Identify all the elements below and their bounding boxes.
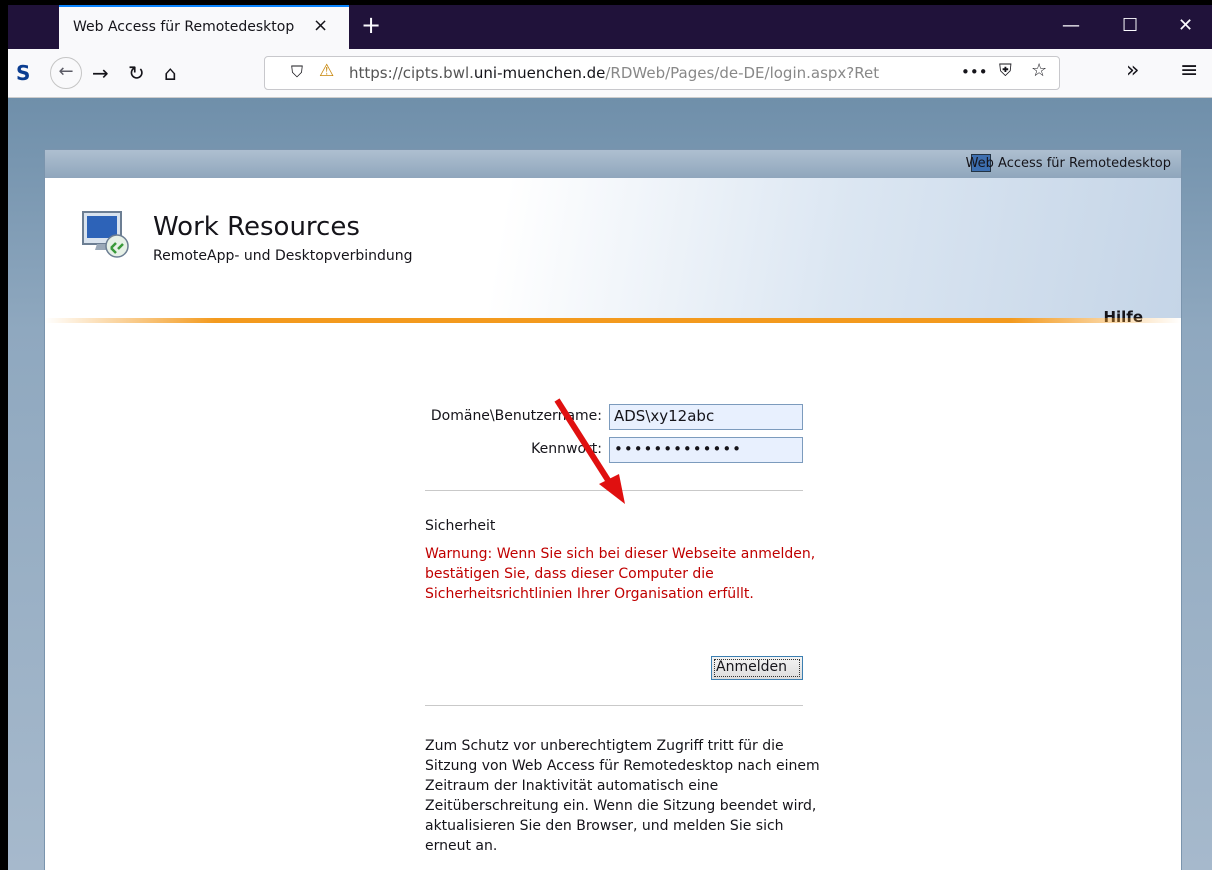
annotation-arrow-icon: [554, 398, 625, 504]
panel-top-label: Web Access für Remotedesktop: [965, 156, 1171, 171]
page-actions-icon[interactable]: •••: [961, 63, 988, 81]
shield-icon[interactable]: ⛉: [291, 62, 303, 82]
tab-active[interactable]: Web Access für Remotedesktop ×: [59, 5, 349, 49]
header: Work Resources RemoteApp- und Desktopver…: [45, 178, 1181, 326]
new-tab-icon[interactable]: +: [361, 11, 381, 39]
url-text: https://cipts.bwl.uni-muenchen.de/RDWeb/…: [349, 64, 880, 82]
security-warning: Warnung: Wenn Sie sich bei dieser Websei…: [425, 546, 816, 602]
browser-window: Web Access für Remotedesktop × + — ☐ ✕ S…: [8, 5, 1212, 870]
menu-icon[interactable]: ≡: [1180, 58, 1198, 83]
maximize-icon[interactable]: ☐: [1122, 15, 1138, 36]
help-link[interactable]: Hilfe: [1103, 308, 1143, 326]
app-subtitle: RemoteApp- und Desktopverbindung: [153, 248, 413, 264]
reload-icon[interactable]: ↻: [128, 61, 145, 85]
security-heading: Sicherheit: [425, 518, 496, 534]
session-info-text: Zum Schutz vor unberechtigtem Zugriff tr…: [425, 738, 820, 854]
window-close-icon[interactable]: ✕: [1178, 15, 1193, 36]
lock-warning-icon[interactable]: ⚠: [319, 61, 334, 81]
divider: [425, 705, 803, 706]
tab-close-icon[interactable]: ×: [313, 15, 328, 36]
navigation-bar: S ← → ↻ ⌂ ⛉ ⚠ https://cipts.bwl.uni-muen…: [8, 49, 1212, 98]
star-icon[interactable]: ☆: [1031, 60, 1047, 81]
home-icon[interactable]: ⌂: [164, 61, 177, 85]
screenshot-frame: Web Access für Remotedesktop × + — ☐ ✕ S…: [0, 0, 1212, 870]
forward-icon[interactable]: →: [92, 61, 109, 85]
password-input[interactable]: •••••••••••••: [609, 437, 803, 463]
login-button[interactable]: Anmelden: [711, 656, 803, 680]
back-icon[interactable]: ←: [50, 57, 82, 89]
orange-divider: [45, 318, 1181, 323]
username-input[interactable]: ADS\xy12abc: [609, 404, 803, 430]
s-icon[interactable]: S: [16, 61, 30, 85]
minimize-icon[interactable]: —: [1062, 15, 1080, 36]
page-background: Web Access für Remotedesktop Work Resour…: [8, 98, 1212, 870]
rdweb-panel: Web Access für Remotedesktop Work Resour…: [44, 149, 1182, 870]
panel-top-bar: Web Access für Remotedesktop: [45, 150, 1181, 178]
tab-strip: Web Access für Remotedesktop × + — ☐ ✕: [8, 5, 1212, 49]
overflow-icon[interactable]: »: [1126, 58, 1139, 83]
tab-title: Web Access für Remotedesktop: [73, 19, 295, 35]
url-bar[interactable]: ⛉ ⚠ https://cipts.bwl.uni-muenchen.de/RD…: [264, 56, 1060, 90]
app-title: Work Resources: [153, 212, 360, 242]
remote-desktop-icon: [82, 211, 129, 258]
pocket-icon[interactable]: ⛨: [999, 61, 1012, 81]
